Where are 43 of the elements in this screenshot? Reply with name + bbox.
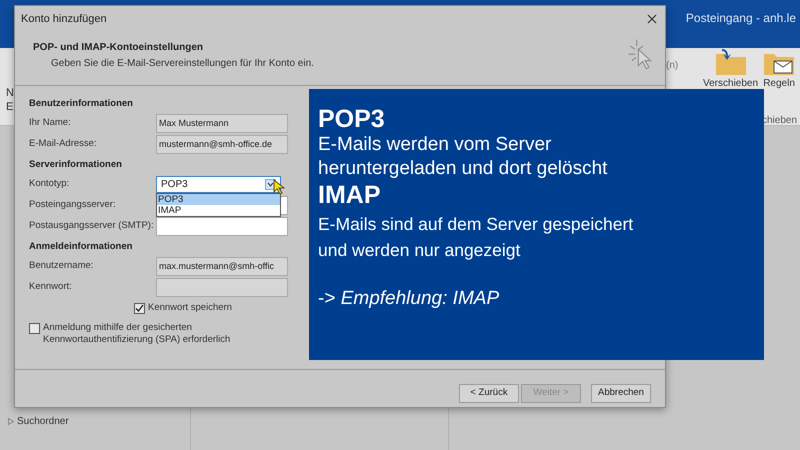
pointer-cursor-icon	[273, 179, 285, 195]
input-field[interactable]	[156, 278, 288, 297]
ribbon-label: (n)	[666, 59, 678, 73]
overlay-text: E-Mails sind auf dem Server gespeichert und werden nur angezeigt	[318, 213, 634, 262]
section-heading: Anmeldeinformationen	[29, 240, 132, 254]
folder-item[interactable]: Suchordner	[8, 414, 69, 429]
input-field[interactable]: Max Mustermann	[156, 114, 288, 133]
dialog-heading: POP- und IMAP-Kontoeinstellungen	[33, 41, 204, 55]
click-cursor-icon	[627, 38, 653, 72]
field-label: E-Mail-Adresse:	[29, 137, 98, 152]
recommendation-text: -> Empfehlung: IMAP	[318, 287, 500, 311]
close-icon[interactable]	[647, 14, 657, 24]
ribbon-button[interactable]: Verschieben	[703, 48, 758, 90]
field-label: Posteingangsserver:	[29, 198, 117, 212]
dialog-button[interactable]: < Zurück	[459, 384, 519, 403]
field-label: Kennwort:	[29, 280, 73, 294]
checkbox-label: Kennwort speichern	[148, 300, 232, 315]
dialog-subheading: Geben Sie die E-Mail-Servereinstellungen für Ihr Konto ein.	[50, 57, 315, 71]
checkbox[interactable]	[134, 302, 145, 314]
overlay-heading: IMAP	[318, 181, 382, 209]
section-heading: Benutzerinformationen	[29, 97, 133, 111]
field-label: Kontotyp:	[29, 177, 70, 192]
field-label: Ihr Name:	[29, 116, 72, 130]
overlay-text: E-Mails werden vom Server heruntergeladen und dort gelöscht	[318, 133, 608, 181]
section-heading: Serverinformationen	[29, 158, 122, 172]
overlay-heading: POP3	[318, 105, 386, 133]
input-field[interactable]: mustermann@smh-office.de	[156, 135, 288, 154]
field-label: Postausgangsserver (SMTP):	[29, 219, 155, 234]
ribbon-button[interactable]: Regeln	[762, 48, 796, 90]
checkbox[interactable]	[29, 323, 40, 334]
dialog-title: Konto hinzufügen	[21, 12, 107, 27]
dropdown-option[interactable]: POP3	[157, 194, 280, 205]
input-field[interactable]: max.mustermann@smh-offic	[156, 257, 288, 276]
folder-arrow-icon	[714, 48, 748, 76]
window-title: Posteingang - anh.le	[686, 10, 796, 27]
checkmark-icon	[135, 304, 144, 312]
checkbox-label: Anmeldung mithilfe der gesicherten Kennwortauthentifizierung (SPA) erforderlich	[43, 322, 230, 346]
ribbon-label: E	[6, 100, 14, 114]
ribbon-label: N	[6, 86, 14, 100]
dialog-button[interactable]: Abbrechen	[591, 384, 651, 403]
input-field[interactable]	[156, 217, 288, 236]
field-label: Benutzername:	[29, 259, 94, 274]
account-type-dropdown[interactable]: POP3	[156, 176, 281, 193]
